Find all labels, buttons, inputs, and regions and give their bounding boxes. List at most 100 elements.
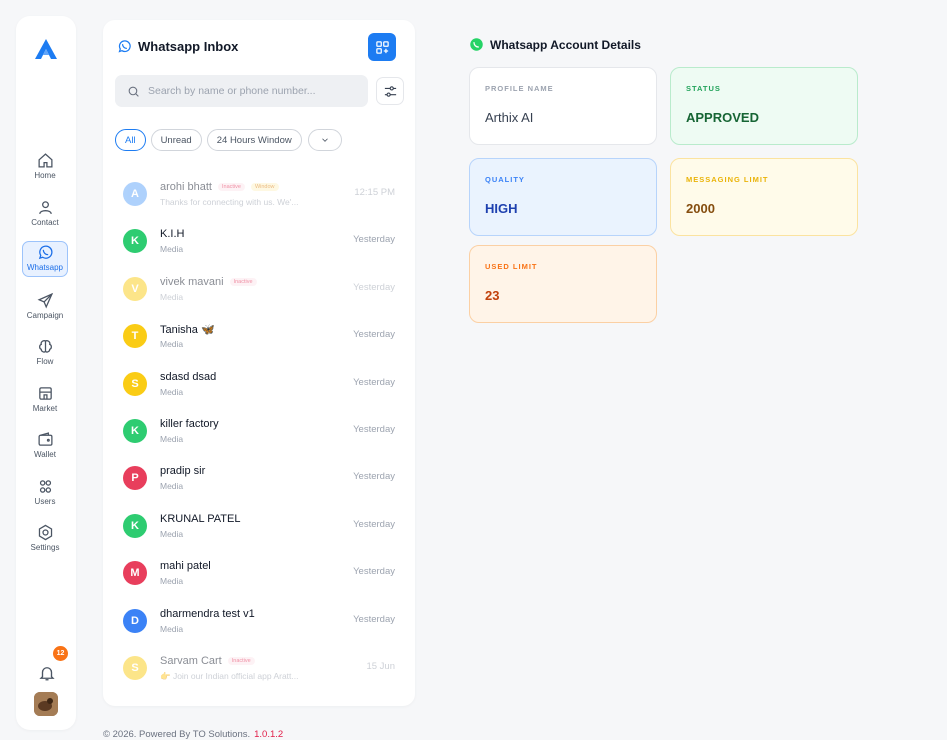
account-details-title: Whatsapp Account Details — [490, 37, 641, 52]
user-icon — [38, 201, 52, 215]
status-card: STATUS APPROVED — [670, 67, 858, 145]
list-item[interactable]: K KRUNAL PATEL Media Yesterday — [103, 504, 415, 551]
contact-name-row: dharmendra test v1 — [160, 608, 255, 620]
message-time: 15 Jun — [366, 660, 395, 672]
list-item[interactable]: Aarohi bhatt Inactive Window Thanks for con… — [103, 172, 415, 219]
users-icon — [39, 480, 51, 493]
home-icon — [37, 153, 53, 168]
list-item[interactable]: Ppradip sir Media Yesterday — [103, 456, 415, 503]
contact-name: pradip sir — [160, 465, 206, 478]
card-label: QUALITY — [485, 175, 525, 184]
brain-icon — [38, 340, 52, 353]
contact-name: arohi bhatt — [160, 181, 212, 193]
list-item[interactable]: Ssdasd dsad Media Yesterday — [103, 362, 415, 409]
contact-name-row: K.I.H — [160, 228, 184, 240]
sidebar-item-campaign[interactable]: Campaign — [22, 290, 68, 326]
avatar: A — [123, 182, 147, 206]
sidebar-item-flow[interactable]: Flow — [22, 336, 68, 372]
card-label: MESSAGING LIMIT — [686, 175, 769, 184]
sidebar-item-label: Wallet — [34, 450, 56, 459]
footer: © 2026. Powered By TO Solutions. 1.0.1.2 — [103, 729, 283, 740]
message-time: Yesterday — [353, 518, 395, 530]
avatar: P — [123, 466, 147, 491]
avatar: S — [123, 371, 147, 396]
sidebar-item-home[interactable]: Home — [22, 150, 68, 186]
avatar: S — [123, 655, 147, 680]
status-tag: Inactive — [227, 656, 255, 665]
contact-name: K.I.H — [160, 228, 185, 241]
sidebar-item-contact[interactable]: Contact — [22, 197, 68, 233]
chevron-down-icon — [321, 138, 328, 142]
message-time: Yesterday — [353, 281, 395, 293]
grid-plus-icon — [375, 40, 389, 54]
profile-name-card: PROFILE NAME Arthix AI — [469, 67, 657, 145]
list-item[interactable]: K K.I.H Media Yesterday — [103, 219, 415, 266]
filter-all[interactable]: All — [115, 129, 146, 151]
contact-name-row: pradip sir — [160, 465, 205, 477]
avatar: K — [123, 513, 147, 538]
sidebar-item-settings[interactable]: Settings — [22, 522, 68, 558]
footer-text: © 2026. Powered By TO Solutions. — [103, 729, 251, 740]
message-time: Yesterday — [353, 566, 395, 578]
sidebar-item-label: Campaign — [26, 311, 64, 320]
status-tag: Inactive — [217, 183, 245, 191]
avatar[interactable] — [34, 692, 58, 716]
sidebar-item-label: Contact — [31, 218, 59, 227]
filter-more-dropdown[interactable] — [307, 129, 342, 151]
message-preview: Media — [160, 433, 184, 444]
new-chat-button[interactable] — [368, 33, 396, 61]
filter-button[interactable] — [376, 77, 404, 105]
search-input[interactable] — [148, 85, 348, 97]
sidebar-item-users[interactable]: Users — [22, 476, 68, 512]
message-time: Yesterday — [353, 376, 395, 388]
inbox-title: Whatsapp Inbox — [138, 39, 239, 54]
contact-name-row: mahi patel — [160, 560, 211, 572]
status-tag: Inactive — [229, 277, 257, 286]
sidebar: Home Contact Whatsapp Campaign Flow Mark… — [16, 16, 76, 730]
sidebar-item-whatsapp[interactable]: Whatsapp — [22, 241, 68, 277]
messaging-limit-card: MESSAGING LIMIT 2000 — [670, 158, 858, 236]
inbox-header: Whatsapp Inbox — [117, 39, 238, 54]
avatar: T — [123, 324, 147, 349]
card-value: 2000 — [686, 201, 715, 216]
sidebar-item-wallet[interactable]: Wallet — [22, 429, 68, 465]
list-item[interactable]: Mmahi patel Media Yesterday — [103, 551, 415, 598]
list-item[interactable]: Kkiller factory Media Yesterday — [103, 409, 415, 456]
contact-name: mahi patel — [160, 560, 211, 573]
search-box — [115, 75, 368, 107]
filter-24h-window[interactable]: 24 Hours Window — [206, 129, 302, 151]
contact-name: Tanisha 🦋 — [160, 324, 215, 337]
filter-chips: All Unread 24 Hours Window — [115, 129, 342, 151]
message-time: Yesterday — [353, 613, 395, 625]
bell-icon[interactable] — [38, 664, 56, 682]
list-item[interactable]: Vvivek mavani Inactive Media Yesterday — [103, 267, 415, 314]
sidebar-item-label: Whatsapp — [26, 263, 64, 272]
card-label: STATUS — [686, 84, 721, 93]
sidebar-item-market[interactable]: Market — [22, 383, 68, 419]
list-item[interactable]: S Sarvam Cart Inactive 👉 Join our Indian of… — [103, 646, 415, 693]
contact-name: Sarvam Cart — [160, 654, 222, 667]
conversation-list: Aarohi bhatt Inactive Window Thanks for con… — [103, 172, 415, 693]
bird-icon — [34, 692, 58, 716]
card-label: USED LIMIT — [485, 262, 538, 271]
list-item[interactable]: Ddharmendra test v1 Media Yesterday — [103, 599, 415, 646]
message-preview: 👉 Join our Indian official app Aratt... — [160, 670, 299, 681]
notification-badge: 12 — [53, 646, 68, 661]
search-icon — [128, 86, 139, 97]
contact-name-row: killer factory — [160, 418, 219, 430]
avatar: K — [123, 229, 147, 254]
card-value: APPROVED — [686, 110, 759, 125]
message-preview: Media — [160, 528, 184, 539]
contact-name-row: sdasd dsad — [160, 371, 216, 383]
app-logo-icon[interactable] — [34, 38, 58, 60]
store-icon — [38, 387, 52, 400]
contact-name: vivek mavani — [160, 275, 224, 288]
used-limit-card: USED LIMIT 23 — [469, 245, 657, 323]
whatsapp-icon — [38, 245, 52, 260]
contact-name: killer factory — [160, 417, 219, 430]
filter-unread[interactable]: Unread — [150, 129, 202, 151]
message-preview: Media — [160, 244, 184, 255]
list-item[interactable]: T Tanisha 🦋 Media Yesterday — [103, 314, 415, 361]
send-icon — [37, 292, 53, 309]
card-value: 23 — [485, 288, 500, 303]
